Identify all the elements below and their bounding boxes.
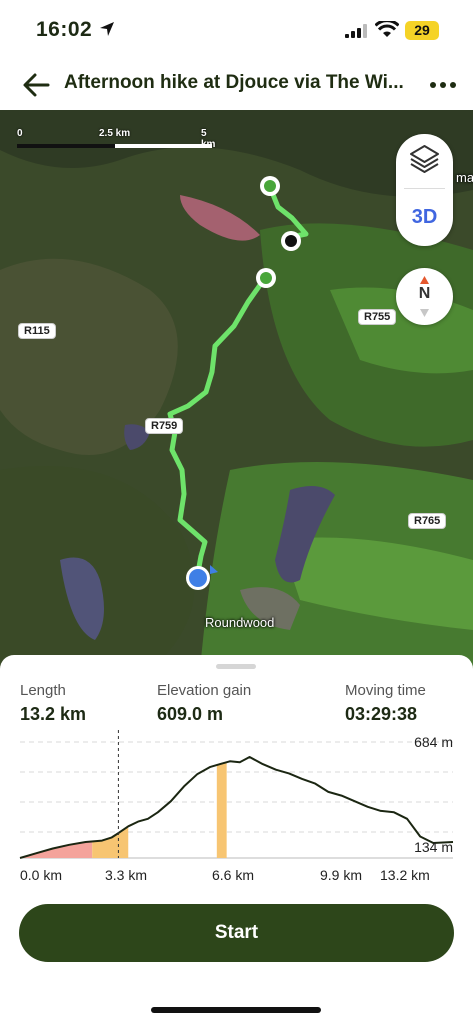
- y-label-max: 684 m: [414, 734, 453, 750]
- home-indicator: [151, 1007, 321, 1013]
- road-label-r755: R755: [358, 309, 397, 325]
- moving-time-label: Moving time: [345, 682, 426, 699]
- page-title: Afternoon hike at Djouce via The Wi...: [64, 72, 404, 93]
- compass-button[interactable]: N: [396, 268, 453, 325]
- back-arrow-icon[interactable]: [20, 70, 54, 100]
- layers-icon[interactable]: [396, 134, 453, 186]
- scale-segment-light: [115, 144, 212, 148]
- x-tick-3: 9.9 km: [320, 867, 363, 883]
- toggle-3d-button[interactable]: 3D: [396, 192, 453, 242]
- status-bar: 16:02 29: [0, 0, 473, 60]
- x-tick-0: 0.0 km: [20, 867, 63, 883]
- status-time: 16:02: [36, 18, 93, 41]
- x-tick-4: 13.2 km: [380, 867, 430, 883]
- scale-label-zero: 0: [17, 128, 23, 139]
- sheet-grabber[interactable]: [216, 664, 256, 669]
- elevation-gain-value: 609.0 m: [157, 704, 224, 724]
- compass-label: N: [418, 285, 431, 302]
- y-label-min: 134 m: [414, 839, 453, 855]
- cellular-signal-icon: [345, 24, 367, 38]
- header: Afternoon hike at Djouce via The Wi...: [0, 60, 473, 110]
- elevation-highlight-2: [216, 762, 227, 858]
- battery-indicator: 29: [405, 21, 439, 40]
- road-label-r115: R115: [18, 323, 56, 339]
- road-label-r759: R759: [145, 418, 184, 434]
- more-options-icon[interactable]: [425, 70, 461, 100]
- scale-label-mid: 2.5 km: [99, 128, 131, 139]
- control-divider: [404, 188, 445, 189]
- wifi-icon: [375, 21, 399, 37]
- scale-segment-dark: [17, 144, 115, 148]
- length-label: Length: [20, 682, 66, 699]
- map-controls: 3D: [396, 134, 453, 246]
- moving-time-value: 03:29:38: [345, 704, 418, 724]
- place-label-roundwood: Roundwood: [205, 615, 275, 630]
- map-scale-bar: 0 2.5 km 5 km: [17, 128, 217, 154]
- elevation-chart[interactable]: 684 m 134 m: [0, 730, 473, 890]
- start-button[interactable]: Start: [19, 904, 454, 962]
- x-tick-1: 3.3 km: [105, 867, 148, 883]
- place-label-edge: ma: [456, 170, 473, 185]
- road-label-r765: R765: [408, 513, 447, 529]
- x-tick-2: 6.6 km: [212, 867, 255, 883]
- length-value: 13.2 km: [20, 704, 87, 724]
- elevation-gain-label: Elevation gain: [157, 682, 252, 699]
- location-arrow-icon: [100, 22, 114, 36]
- activity-sheet: Length 13.2 km Elevation gain 609.0 m Mo…: [0, 655, 473, 1023]
